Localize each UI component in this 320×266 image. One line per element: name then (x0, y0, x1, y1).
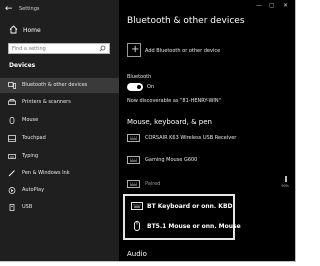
sidebar-item-autoplay[interactable]: AutoPlay (0, 183, 119, 198)
bluetooth-state: On (147, 84, 155, 90)
keyboard-icon (127, 156, 140, 164)
settings-search[interactable] (8, 43, 110, 54)
sidebar: ← Settings Home Devices Bluetooth (0, 0, 119, 261)
sidebar-item-label: Bluetooth & other devices (22, 82, 88, 88)
mouse-icon (134, 221, 140, 231)
sidebar-item-label: Printers & scanners (22, 99, 71, 105)
autoplay-icon (8, 187, 16, 194)
printer-icon (8, 99, 16, 105)
sidebar-item-label: Touchpad (22, 135, 46, 141)
device-status: Paired (145, 181, 161, 187)
sidebar-item-label: USB (22, 204, 33, 210)
sidebar-item-usb[interactable]: USB (0, 200, 119, 215)
highlighted-device-row[interactable]: BT5.1 Mouse or onn. Mouse (129, 218, 241, 236)
device-row[interactable]: Gaming Mouse G600 (127, 153, 293, 167)
sidebar-item-label: AutoPlay (22, 187, 45, 193)
maximize-button[interactable]: ▢ (269, 2, 275, 9)
device-name: Gaming Mouse G600 (145, 157, 198, 163)
device-row[interactable]: CORSAIR K63 Wireless USB Receiver (127, 131, 293, 145)
touchpad-icon (8, 135, 16, 142)
toggle-knob (137, 85, 141, 89)
device-name: BT5.1 Mouse or onn. Mouse (147, 223, 241, 230)
settings-window: ← Settings Home Devices Bluetooth (0, 0, 296, 262)
keyboard-icon (127, 180, 140, 188)
sidebar-item-printers[interactable]: Printers & scanners (0, 95, 119, 110)
device-name: BT Keyboard or onn. KBD (147, 203, 233, 210)
device-row[interactable]: Paired 90% (127, 176, 293, 191)
section-devices-label: Devices (9, 62, 36, 69)
sidebar-item-bluetooth[interactable]: Bluetooth & other devices (0, 78, 119, 93)
sidebar-item-label: Mouse (22, 117, 39, 123)
battery-icon (285, 176, 287, 182)
add-device-button[interactable]: + (127, 43, 141, 57)
sidebar-item-touchpad[interactable]: Touchpad (0, 131, 119, 146)
highlighted-device-row[interactable]: BT Keyboard or onn. KBD (129, 198, 233, 216)
highlighted-devices-box: BT Keyboard or onn. KBD BT5.1 Mouse or o… (123, 194, 241, 240)
keyboard-icon (131, 202, 143, 210)
section-mouse-keyboard-pen: Mouse, keyboard, & pen (127, 118, 212, 126)
home-label: Home (23, 27, 41, 34)
content-pane: — ▢ ✕ Bluetooth & other devices + Add Bl… (119, 0, 295, 261)
discoverable-text: Now discoverable as "81-HENRY-WIN" (127, 98, 221, 104)
search-input[interactable] (12, 45, 96, 53)
section-audio: Audio (127, 250, 147, 258)
window-title: Settings (19, 6, 40, 12)
home-nav-item[interactable]: Home (0, 24, 119, 38)
sidebar-item-mouse[interactable]: Mouse (0, 113, 119, 128)
plus-icon: + (131, 44, 140, 55)
battery-level: 90% (281, 184, 289, 188)
sidebar-item-label: Typing (22, 153, 39, 159)
bluetooth-devices-icon (8, 82, 16, 89)
sidebar-item-pen[interactable]: Pen & Windows Ink (0, 166, 119, 181)
sidebar-item-label: Pen & Windows Ink (22, 170, 70, 176)
title-bar: ← Settings (0, 0, 119, 20)
device-name: CORSAIR K63 Wireless USB Receiver (145, 135, 237, 141)
keyboard-icon (8, 154, 16, 159)
keyboard-icon (127, 134, 140, 142)
search-icon (99, 45, 106, 52)
minimize-button[interactable]: — (256, 2, 262, 9)
usb-icon (9, 204, 15, 211)
add-device-label[interactable]: Add Bluetooth or other device (145, 48, 220, 54)
sidebar-item-typing[interactable]: Typing (0, 149, 119, 164)
bluetooth-toggle[interactable] (127, 83, 143, 91)
window-controls: — ▢ ✕ (254, 2, 294, 12)
page-title: Bluetooth & other devices (127, 16, 245, 26)
home-icon (9, 25, 18, 34)
pen-icon (8, 170, 15, 177)
close-button[interactable]: ✕ (283, 2, 288, 9)
bluetooth-label: Bluetooth (127, 74, 152, 80)
back-arrow-icon[interactable]: ← (5, 4, 13, 14)
mouse-icon (9, 117, 15, 124)
